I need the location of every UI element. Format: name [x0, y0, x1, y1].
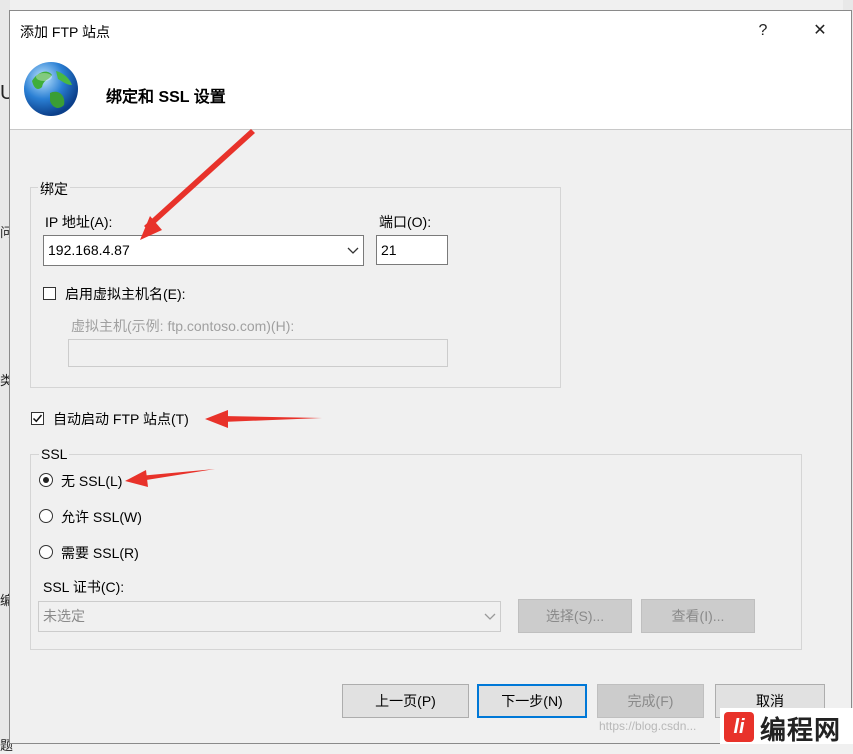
logo-mark: li [724, 712, 754, 742]
annotation-arrowhead [205, 410, 228, 428]
annotation-arrow [139, 469, 215, 481]
annotation-arrowhead [125, 470, 148, 487]
watermark-url: https://blog.csdn... [599, 719, 697, 733]
watermark-logo: li 编程网 [720, 708, 853, 745]
annotation-arrow [222, 416, 322, 422]
logo-text: 编程网 [760, 715, 842, 745]
annotation-arrow [144, 129, 255, 230]
annotation-arrows [125, 129, 322, 487]
